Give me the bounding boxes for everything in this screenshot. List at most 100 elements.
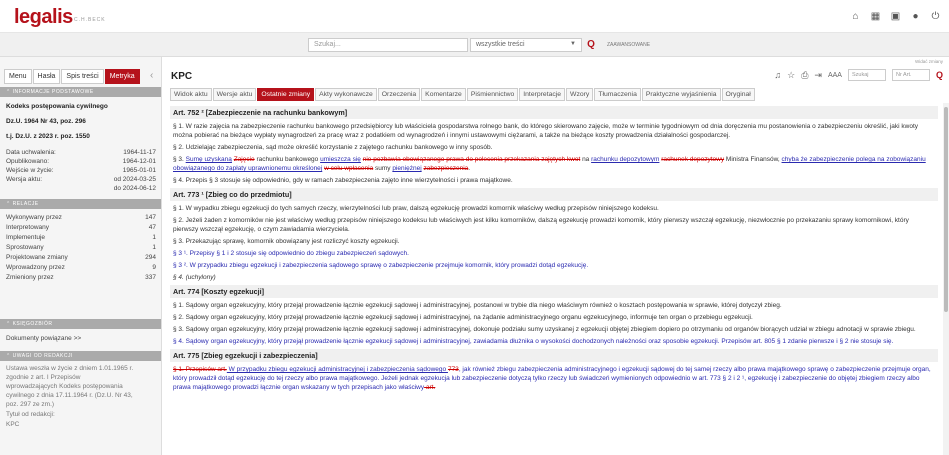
inserted-text: W przypadku zbiegu egzekucji administrac… (226, 366, 448, 373)
deleted-text: zabezpieczenia (423, 165, 469, 172)
relation-label: Implementuje (6, 234, 46, 241)
tab-interpretacje[interactable]: Interpretacje (519, 88, 566, 101)
paragraph: § 2. Udzielając zabezpieczenia, sąd może… (173, 144, 493, 151)
bell-icon[interactable]: ♫ (774, 70, 781, 80)
deleted-text: 773 (447, 366, 459, 373)
meta-key: Wejście w życie: (6, 167, 54, 174)
tab-oryginal[interactable]: Oryginał (721, 88, 755, 101)
tab-ostatnie-zmiany[interactable]: Ostatnie zmiany (257, 88, 315, 101)
legalis-logo[interactable]: legalis (14, 6, 73, 29)
sidebar-tab-hasla[interactable]: Hasła (32, 69, 61, 84)
document-search-input[interactable]: Szukaj (847, 69, 886, 81)
text: . (468, 165, 471, 172)
meta-row: Wersja aktu: od 2024-03-25 (6, 176, 156, 183)
note-text: KPC (6, 421, 20, 428)
paragraph-new: § 4. Sądowy organ egzekucyjny, który prz… (173, 338, 894, 345)
relations-section-header[interactable]: ⌃ RELACJE (0, 199, 161, 209)
books-section-header[interactable]: ⌃ KSIĘGOZBIÓR (0, 319, 161, 329)
relation-label: Zmieniony przez (6, 274, 54, 281)
user-icon[interactable]: ● (910, 11, 921, 22)
print-icon[interactable]: ⎙ (801, 70, 808, 81)
paragraph: § 1. Sądowy organ egzekucyjny, który prz… (173, 302, 782, 309)
article-heading: Art. 752 ² [Zabezpieczenie na rachunku b… (170, 106, 938, 119)
note-text: poz. 297 ze zm.) (6, 401, 55, 408)
relation-row[interactable]: Interpretowany 47 (6, 224, 156, 231)
tab-pismiennictwo[interactable]: Piśmiennictwo (466, 88, 519, 101)
document-tabs: Widok aktu Wersje aktu Ostatnie zmiany A… (170, 88, 755, 101)
scrollbar-thumb[interactable] (944, 107, 948, 312)
tab-wzory[interactable]: Wzory (566, 88, 594, 101)
notes-section-header[interactable]: ⌃ UWAGI OD REDAKCJI (0, 351, 161, 361)
power-icon[interactable]: ⏻ (930, 11, 941, 22)
paragraph: § 4. (uchylony) (173, 274, 216, 281)
note-text: zgodnie z art. I Przepisów (6, 374, 81, 381)
relation-row[interactable]: Wprowadzony przez 9 (6, 264, 156, 271)
tab-komentarze[interactable]: Komentarze (421, 88, 466, 101)
notes-section-title: UWAGI OD REDAKCJI (12, 353, 73, 359)
search-input[interactable]: Szukaj... (308, 38, 468, 52)
meta-key: Data uchwalenia: (6, 149, 56, 156)
article-heading: Art. 775 [Zbieg egzekucji i zabezpieczen… (170, 349, 938, 362)
main-panel: Widać zmiany KPC ♫ ☆ ⎙ ⇥ AAA Szukaj Nr A… (165, 57, 949, 455)
sidebar: Menu Hasła Spis treści Metryka ‹ ⌃ INFOR… (0, 57, 162, 455)
relation-row[interactable]: Sprostowany 1 (6, 244, 156, 251)
sidebar-tab-spis[interactable]: Spis treści (61, 69, 104, 84)
relation-label: Sprostowany (6, 244, 44, 251)
info-section-header[interactable]: ⌃ INFORMACJE PODSTAWOWE (0, 87, 161, 97)
search-button[interactable]: Q (584, 38, 598, 52)
advanced-search-link[interactable]: ZAAWANSOWANE (607, 42, 650, 48)
paragraph: § 3. Przekazując sprawę, komornik obowią… (173, 238, 400, 245)
collapse-relations-icon: ⌃ (6, 201, 13, 207)
font-size-control[interactable]: AAA (828, 72, 842, 79)
export-icon[interactable]: ⇥ (814, 70, 822, 81)
info-section-title: INFORMACJE PODSTAWOWE (12, 89, 94, 95)
relation-row[interactable]: Implementuje 1 (6, 234, 156, 241)
star-icon[interactable]: ☆ (787, 70, 795, 81)
text: na (580, 156, 592, 163)
article-number-input[interactable]: Nr Art. (891, 69, 930, 81)
relation-label: Wprowadzony przez (6, 264, 65, 271)
paragraph: § 1. W razie zajęcia na zabezpieczenie r… (173, 123, 919, 139)
search-bar: Szukaj... wszystkie treści ▼ Q ZAAWANSOW… (0, 33, 949, 57)
search-icon[interactable]: Q (936, 70, 943, 80)
relation-count: 294 (145, 254, 156, 261)
related-docs-text: Dokumenty powiązane >> (6, 335, 82, 342)
meta-value: do 2024-06-12 (113, 185, 156, 192)
sidebar-tab-metryka[interactable]: Metryka (104, 69, 140, 84)
sidebar-tab-menu[interactable]: Menu (4, 69, 32, 84)
deleted-text: rachunek depozytowy (661, 156, 725, 163)
paragraph-new: § 3 ². W przypadku zbiegu egzekucji i za… (173, 262, 589, 269)
changes-note: Widać zmiany (914, 59, 943, 64)
books-section-title: KSIĘGOZBIÓR (12, 321, 53, 327)
sidebar-tabs: Menu Hasła Spis treści Metryka (4, 69, 140, 84)
article-heading: Art. 774 [Koszty egzekucji] (170, 285, 938, 298)
tab-tlumaczenia[interactable]: Tłumaczenia (594, 88, 641, 101)
paragraph-amended: § 1. Przepisów art. W przypadku zbiegu e… (170, 365, 938, 392)
note-line: Ustawa weszła w życie z dniem 1.01.1965 … (6, 365, 156, 372)
note-line: cywilnego z dnia 17.11.1964 r. (Dz.U. Nr… (6, 392, 156, 399)
tab-widok-aktu[interactable]: Widok aktu (170, 88, 212, 101)
inserted-text: Sumę uzyskaną (185, 156, 232, 163)
tab-akty-wykonawcze[interactable]: Akty wykonawcze (315, 88, 377, 101)
relation-row[interactable]: Wykonywany przez 147 (6, 214, 156, 221)
calendar-icon[interactable]: ▦ (870, 11, 881, 22)
relation-row[interactable]: Zmieniony przez 337 (6, 274, 156, 281)
search-scope-select[interactable]: wszystkie treści ▼ (470, 38, 582, 52)
meta-row: Opublikowano: 1964-12-01 (6, 158, 156, 165)
document-toolbar: ♫ ☆ ⎙ ⇥ AAA Szukaj Nr Art. Q (774, 69, 943, 81)
relation-row[interactable]: Projektowane zmiany 294 (6, 254, 156, 261)
relation-count: 9 (152, 264, 156, 271)
tab-praktyczne[interactable]: Praktyczne wyjaśnienia (641, 88, 721, 101)
tab-orzeczenia[interactable]: Orzeczenia (377, 88, 421, 101)
note-line: Tytuł od redakcji: (6, 411, 156, 418)
home-icon[interactable]: ⌂ (850, 11, 861, 22)
tab-wersje-aktu[interactable]: Wersje aktu (212, 88, 257, 101)
folder-icon[interactable]: ▣ (890, 11, 901, 22)
relations-section-title: RELACJE (12, 201, 39, 207)
related-docs-link[interactable]: Dokumenty powiązane >> (6, 335, 156, 342)
meta-row: Data uchwalenia: 1964-11-17 (6, 149, 156, 156)
search-scope-value: wszystkie treści (476, 41, 525, 48)
collapse-sidebar-icon[interactable]: ‹ (150, 70, 153, 81)
inserted-text: rachunku depozytowym (591, 156, 660, 163)
paragraph: § 1. W wypadku zbiegu egzekucji do tych … (173, 205, 659, 212)
